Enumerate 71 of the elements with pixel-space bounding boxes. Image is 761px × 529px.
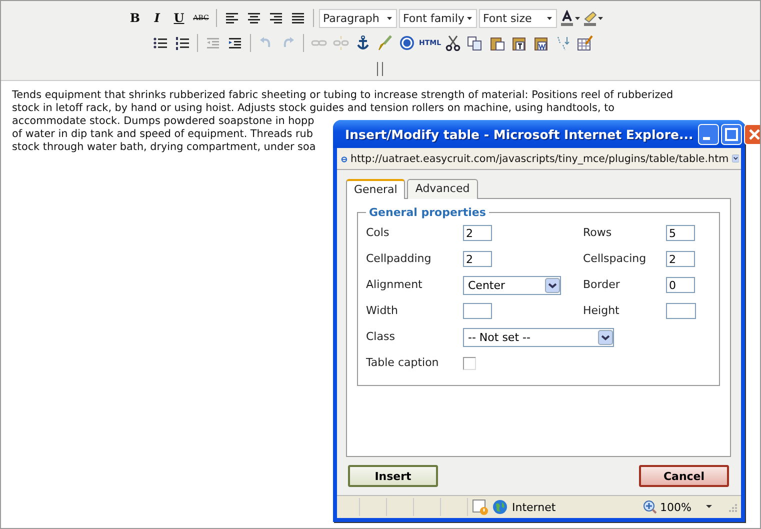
indent-icon[interactable] [227, 35, 243, 51]
input-field[interactable]: 0 [666, 277, 695, 293]
dropdown[interactable]: Center [463, 276, 561, 294]
tab[interactable]: Advanced [407, 179, 478, 199]
input-field[interactable] [463, 303, 492, 319]
table-icon[interactable] [577, 35, 594, 51]
zoom-icon [643, 500, 657, 514]
close-icon[interactable] [744, 124, 760, 144]
maximize-icon[interactable] [721, 124, 742, 144]
globe-icon [492, 499, 508, 515]
cut-icon[interactable] [445, 35, 462, 51]
dropdown-arrow-icon[interactable] [706, 505, 712, 509]
paste-icon[interactable] [489, 35, 506, 51]
editor-text: stock through water bath, drying compartment, under soa [12, 141, 316, 154]
editor-text: of water in dip tank and speed of equipment. Threads rub [12, 128, 313, 141]
bullet-list-icon[interactable] [152, 35, 168, 51]
field-label: Height [583, 303, 620, 319]
editor-text: Tends equipment that shrinks rubberized fabric sheeting or tubing to increase strength of material: Positions reel of rubberized [12, 89, 674, 102]
zoom-level[interactable]: 100% [660, 500, 692, 514]
align-center-icon[interactable] [246, 10, 262, 26]
toolbar-button[interactable]: I [147, 8, 167, 28]
justify-icon[interactable] [290, 10, 306, 26]
format-dropdown[interactable]: Font family [399, 8, 477, 28]
paste-word-icon[interactable] [533, 35, 550, 51]
tab[interactable]: General [346, 179, 406, 199]
editor-text: stock in letoff rack, by hand or using hoist. Adjusts stock guides and tension rollers on machine, using handtools, to [12, 102, 614, 115]
dropdown-arrow-icon [546, 15, 553, 21]
input-field[interactable]: 5 [666, 225, 695, 241]
toolbar-button[interactable]: B [125, 8, 145, 28]
input-field[interactable]: 2 [463, 225, 492, 241]
copy-icon[interactable] [467, 35, 484, 51]
group-title: General properties [368, 206, 487, 219]
input-field[interactable]: 2 [666, 251, 695, 267]
blocked-content-icon [472, 499, 488, 515]
field-label: Cellpadding [366, 251, 432, 267]
resize-handle-icon[interactable] [376, 62, 384, 76]
field-label: Table caption [366, 355, 440, 371]
paste-text-icon[interactable] [511, 35, 528, 51]
field-label: Cellspacing [583, 251, 648, 267]
brush-icon[interactable] [377, 35, 393, 51]
minimize-icon[interactable] [698, 124, 720, 144]
field-label: Class [366, 329, 396, 345]
window-title: Insert/Modify table - Microsoft Internet Explore... [345, 126, 694, 142]
editor-text: accommodate stock. Dumps powdered soapstone in hopp [12, 115, 314, 128]
cancel-button[interactable]: Cancel [639, 465, 729, 487]
field-label: Border [583, 277, 621, 293]
toolbar-button[interactable]: U [169, 8, 189, 28]
anchor-icon[interactable] [355, 35, 371, 51]
insert-button[interactable]: Insert [348, 465, 438, 487]
address-text: http://uatraet.easycruit.com/javascripts/tiny_mce/plugins/table/table.htm [350, 152, 729, 164]
align-left-icon[interactable] [224, 10, 240, 26]
align-right-icon[interactable] [268, 10, 284, 26]
dropdown[interactable]: -- Not set -- [463, 328, 614, 346]
checkbox[interactable] [463, 356, 476, 370]
dropdown-arrow-icon [386, 15, 393, 21]
highlight-icon[interactable] [582, 10, 598, 26]
dropdown-arrow-icon [466, 15, 473, 21]
resize-grip-icon [727, 502, 738, 512]
zone-label: Internet [512, 500, 557, 514]
input-field[interactable] [666, 303, 696, 319]
input-field[interactable]: 2 [463, 251, 492, 267]
field-label: Cols [366, 225, 390, 241]
field-label: Width [366, 303, 399, 319]
text-color-icon[interactable] [559, 10, 575, 26]
format-dropdown[interactable]: Paragraph [319, 8, 397, 28]
dropdown-arrow-icon[interactable] [598, 16, 603, 20]
field-label: Rows [583, 225, 613, 241]
numbered-list-icon[interactable] [174, 35, 190, 51]
format-dropdown[interactable]: Font size [479, 8, 557, 28]
dropdown-arrow-icon[interactable] [575, 16, 580, 20]
field-label: Alignment [366, 277, 424, 293]
